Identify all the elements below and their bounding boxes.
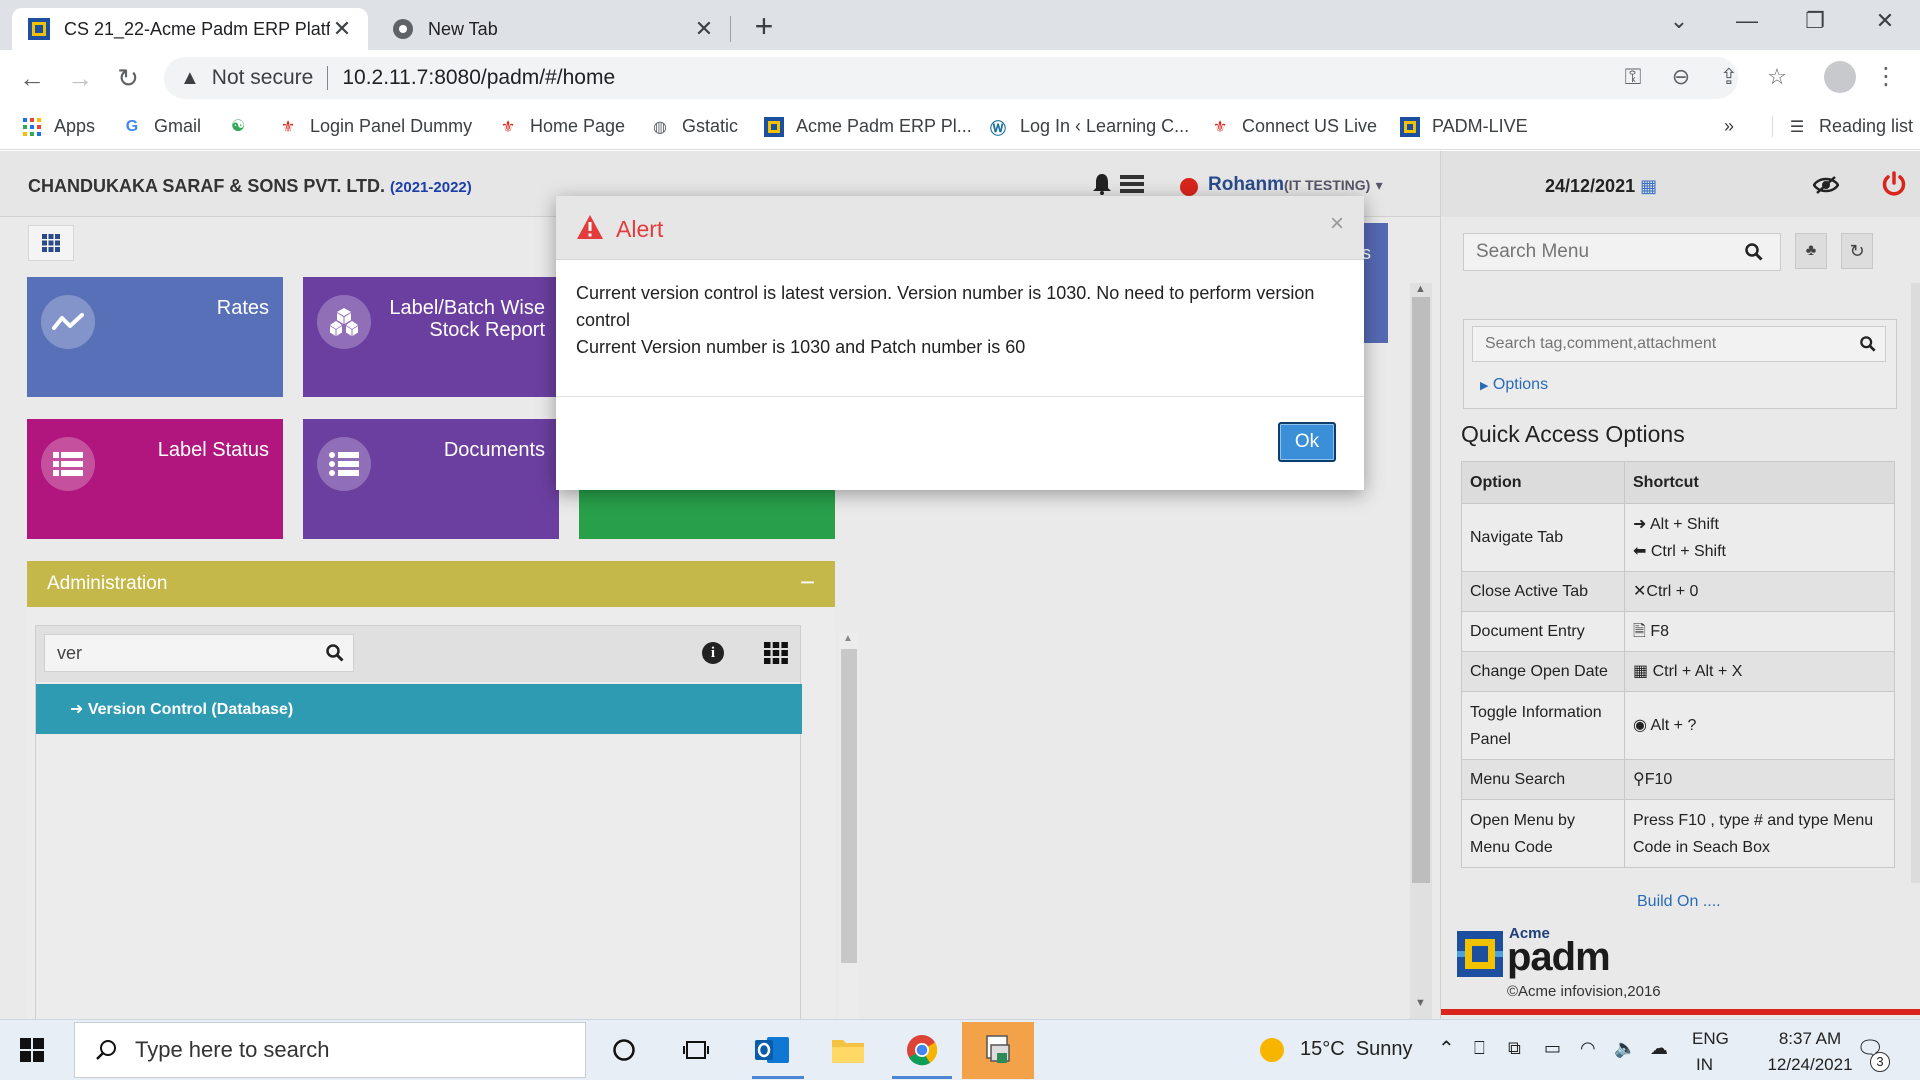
volume-icon[interactable]: 🔈 (1614, 1038, 1636, 1059)
language-indicator[interactable]: ENG IN (1692, 1029, 1729, 1075)
alert-line-1: Current version control is latest versio… (576, 283, 1315, 330)
weather-temp: 15°C (1300, 1038, 1345, 1060)
taskbar-search-placeholder: Type here to search (135, 1037, 330, 1062)
windows-start-icon[interactable] (20, 1038, 44, 1062)
weather-desc: Sunny (1355, 1038, 1413, 1060)
tray-device-icon[interactable]: ⎕ (1474, 1038, 1485, 1059)
clock[interactable]: 8:37 AM 12/24/2021 (1756, 1029, 1864, 1075)
modal-overlay: Alert × Current version control is lates… (0, 0, 1920, 1019)
region-code: IN (1696, 1055, 1713, 1074)
outlook-icon[interactable] (752, 1030, 792, 1070)
chrome-icon[interactable] (902, 1030, 942, 1070)
alert-dialog: Alert × Current version control is lates… (556, 196, 1364, 490)
clock-date: 12/24/2021 (1767, 1055, 1853, 1074)
search-icon (96, 1040, 116, 1060)
outlook-running-indicator (752, 1076, 804, 1079)
taskbar-search-box[interactable]: Type here to search (74, 1022, 586, 1078)
task-view-icon[interactable] (676, 1030, 716, 1070)
alert-footer-divider (556, 396, 1364, 397)
windows-taskbar: Type here to search 15°C Sunny ⌃ ⎕ ⧉ ▭ ◠… (0, 1019, 1920, 1080)
alert-line-2: Current Version number is 1030 and Patch… (576, 337, 1026, 357)
close-icon[interactable]: × (1330, 210, 1344, 238)
weather-sun-icon[interactable] (1252, 1030, 1292, 1070)
weather-text[interactable]: 15°C Sunny (1300, 1038, 1413, 1061)
file-explorer-icon[interactable] (828, 1030, 868, 1070)
tray-chevron-icon[interactable]: ⌃ (1438, 1036, 1455, 1061)
cortana-circle-icon[interactable] (604, 1030, 644, 1070)
clock-time: 8:37 AM (1778, 1029, 1842, 1048)
tray-remote-icon[interactable]: ⧉ (1508, 1038, 1521, 1059)
ok-button[interactable]: Ok (1278, 422, 1336, 462)
battery-icon[interactable]: ▭ (1544, 1038, 1561, 1059)
chrome-running-indicator (892, 1076, 952, 1079)
language-code: ENG (1692, 1029, 1729, 1048)
alert-message: Current version control is latest versio… (576, 280, 1336, 361)
onedrive-cloud-icon[interactable]: ☁ (1650, 1038, 1668, 1059)
alert-header: Alert × (556, 196, 1364, 260)
wifi-icon[interactable]: ◠ (1580, 1038, 1596, 1059)
remote-app-icon[interactable] (978, 1030, 1018, 1070)
alert-title: Alert (616, 216, 664, 242)
warning-triangle-icon (577, 215, 603, 239)
notification-count-badge: 3 (1870, 1052, 1890, 1072)
